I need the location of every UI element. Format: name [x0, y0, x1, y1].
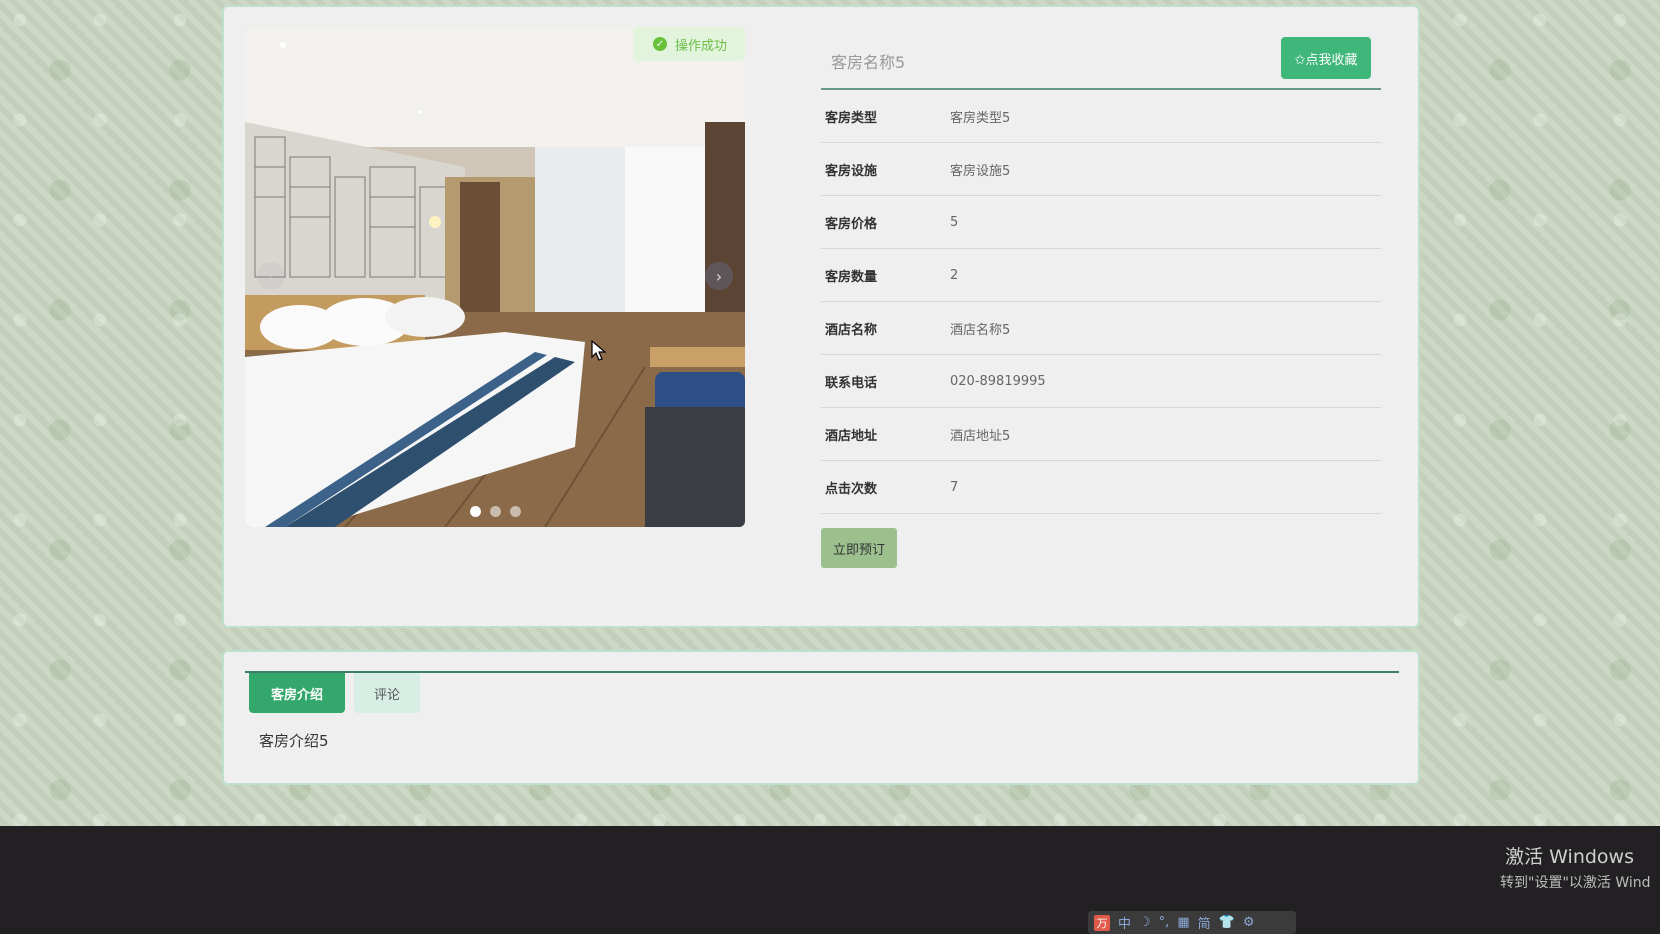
ime-simplified[interactable]: 简: [1198, 913, 1211, 932]
room-name: 客房名称5: [831, 53, 906, 72]
carousel-prev-button[interactable]: ‹: [257, 262, 285, 290]
carousel-dot-3[interactable]: [509, 506, 521, 517]
activate-windows-subtitle: 转到"设置"以激活 Wind: [1500, 875, 1651, 891]
taskbar: 激活 Windows 转到"设置"以激活 Wind 万 中 ☽ °, ▦ 简 👕…: [0, 826, 1660, 934]
carousel-dot-2[interactable]: [489, 506, 501, 517]
info-row-hotel-name: 酒店名称 酒店名称5: [821, 302, 1381, 355]
info-row-room-type: 客房类型 客房类型5: [821, 90, 1381, 143]
info-value: 5: [950, 214, 959, 230]
check-circle-icon: ✓: [653, 37, 667, 51]
toast-text: 操作成功: [675, 38, 728, 54]
carousel-dot-1[interactable]: [469, 506, 481, 517]
book-now-button[interactable]: 立即预订: [821, 528, 897, 568]
room-tabs-panel: 客房介绍 评论 客房介绍5: [222, 650, 1420, 785]
tab-room-intro[interactable]: 客房介绍: [249, 673, 345, 713]
info-label: 客房设施: [825, 163, 878, 179]
info-label: 客房类型: [825, 110, 878, 126]
info-label: 酒店名称: [825, 322, 878, 338]
favorite-button[interactable]: ✩点我收藏: [1281, 37, 1371, 79]
info-row-phone: 联系电话 020-89819995: [821, 355, 1381, 408]
ime-toolbar[interactable]: 万 中 ☽ °, ▦ 简 👕 ⚙: [1088, 911, 1296, 934]
gear-icon[interactable]: ⚙: [1243, 915, 1255, 930]
ime-chinese-mode[interactable]: 中: [1118, 913, 1131, 932]
room-detail-panel: ✓ 操作成功 ‹ › 客房名称5 ✩点我收藏 客房类型 客房类型5 客房设施 客房设…: [222, 5, 1420, 628]
carousel-indicators: [245, 506, 745, 517]
info-row-click-count: 点击次数 7: [821, 461, 1381, 514]
info-row-quantity: 客房数量 2: [821, 249, 1381, 302]
info-value: 酒店地址5: [950, 428, 1011, 444]
room-photo: [245, 27, 745, 527]
info-label: 联系电话: [825, 375, 878, 391]
activate-windows-title: 激活 Windows: [1505, 846, 1634, 868]
skin-icon[interactable]: 👕: [1219, 915, 1235, 930]
tab-comments[interactable]: 评论: [354, 673, 420, 713]
punctuation-icon[interactable]: °,: [1159, 915, 1170, 930]
info-label: 酒店地址: [825, 428, 878, 444]
info-value: 020-89819995: [950, 373, 1046, 389]
chevron-left-icon: ‹: [267, 266, 275, 286]
chevron-right-icon: ›: [715, 266, 723, 286]
carousel-next-button[interactable]: ›: [705, 262, 733, 290]
tab-bar: 客房介绍 评论: [249, 673, 420, 713]
info-value: 客房设施5: [950, 163, 1011, 179]
moon-icon[interactable]: ☽: [1139, 915, 1151, 930]
success-toast: ✓ 操作成功: [633, 27, 745, 61]
info-value: 酒店名称5: [950, 322, 1011, 338]
room-details: 客房名称5 ✩点我收藏 客房类型 客房类型5 客房设施 客房设施5 客房价格 5 客房…: [821, 27, 1381, 568]
info-value: 2: [950, 267, 959, 283]
keyboard-icon[interactable]: ▦: [1177, 915, 1189, 930]
info-value: 7: [950, 479, 959, 495]
info-row-address: 酒店地址 酒店地址5: [821, 408, 1381, 461]
info-label: 点击次数: [825, 481, 878, 497]
info-label: 客房价格: [825, 216, 878, 232]
ime-logo-icon: 万: [1094, 914, 1110, 931]
room-image-carousel[interactable]: ✓ 操作成功 ‹ ›: [245, 27, 745, 527]
room-name-row: 客房名称5 ✩点我收藏: [821, 27, 1381, 90]
room-intro-text: 客房介绍5: [259, 732, 329, 750]
info-row-price: 客房价格 5: [821, 196, 1381, 249]
info-label: 客房数量: [825, 269, 878, 285]
mouse-cursor-icon: [591, 340, 607, 361]
room-info-list: 客房类型 客房类型5 客房设施 客房设施5 客房价格 5 客房数量 2 酒店名称 酒店名称…: [821, 90, 1381, 514]
info-value: 客房类型5: [950, 110, 1011, 126]
info-row-facilities: 客房设施 客房设施5: [821, 143, 1381, 196]
